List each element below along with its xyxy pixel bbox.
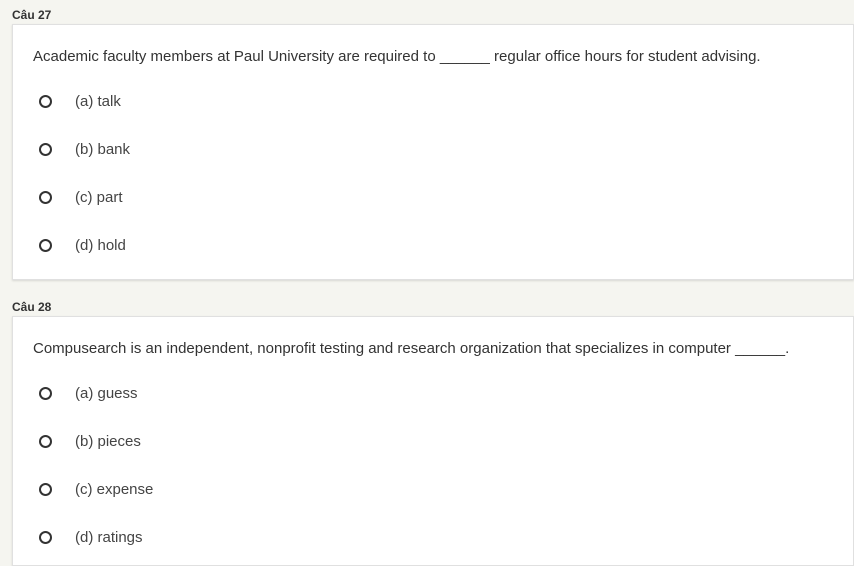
option-label: (b) pieces	[75, 433, 141, 450]
answer-option[interactable]: (a) guess	[39, 385, 138, 402]
radio-unchecked-icon[interactable]	[39, 483, 52, 496]
question-card: Academic faculty members at Paul Univers…	[12, 24, 854, 280]
option-label: (a) guess	[75, 385, 138, 402]
option-label: (c) expense	[75, 481, 154, 498]
answer-option[interactable]: (c) expense	[39, 481, 153, 498]
radio-unchecked-icon[interactable]	[39, 239, 52, 252]
question-header: Câu 27	[12, 8, 52, 22]
option-label: (d) ratings	[75, 529, 143, 546]
radio-unchecked-icon[interactable]	[39, 387, 52, 400]
answer-option[interactable]: (d) hold	[39, 237, 126, 254]
radio-unchecked-icon[interactable]	[39, 435, 52, 448]
question-text: Academic faculty members at Paul Univers…	[33, 48, 761, 65]
question-card: Compusearch is an independent, nonprofit…	[12, 316, 854, 566]
option-label: (d) hold	[75, 237, 126, 254]
option-label: (a) talk	[75, 93, 121, 110]
answer-option[interactable]: (c) part	[39, 189, 123, 206]
radio-unchecked-icon[interactable]	[39, 531, 52, 544]
answer-option[interactable]: (b) pieces	[39, 433, 141, 450]
radio-unchecked-icon[interactable]	[39, 143, 52, 156]
question-text: Compusearch is an independent, nonprofit…	[33, 340, 790, 357]
answer-option[interactable]: (a) talk	[39, 93, 121, 110]
option-label: (b) bank	[75, 141, 131, 158]
question-header: Câu 28	[12, 300, 52, 314]
answer-option[interactable]: (d) ratings	[39, 529, 143, 546]
option-label: (c) part	[75, 189, 123, 206]
answer-option[interactable]: (b) bank	[39, 141, 130, 158]
radio-unchecked-icon[interactable]	[39, 191, 52, 204]
radio-unchecked-icon[interactable]	[39, 95, 52, 108]
